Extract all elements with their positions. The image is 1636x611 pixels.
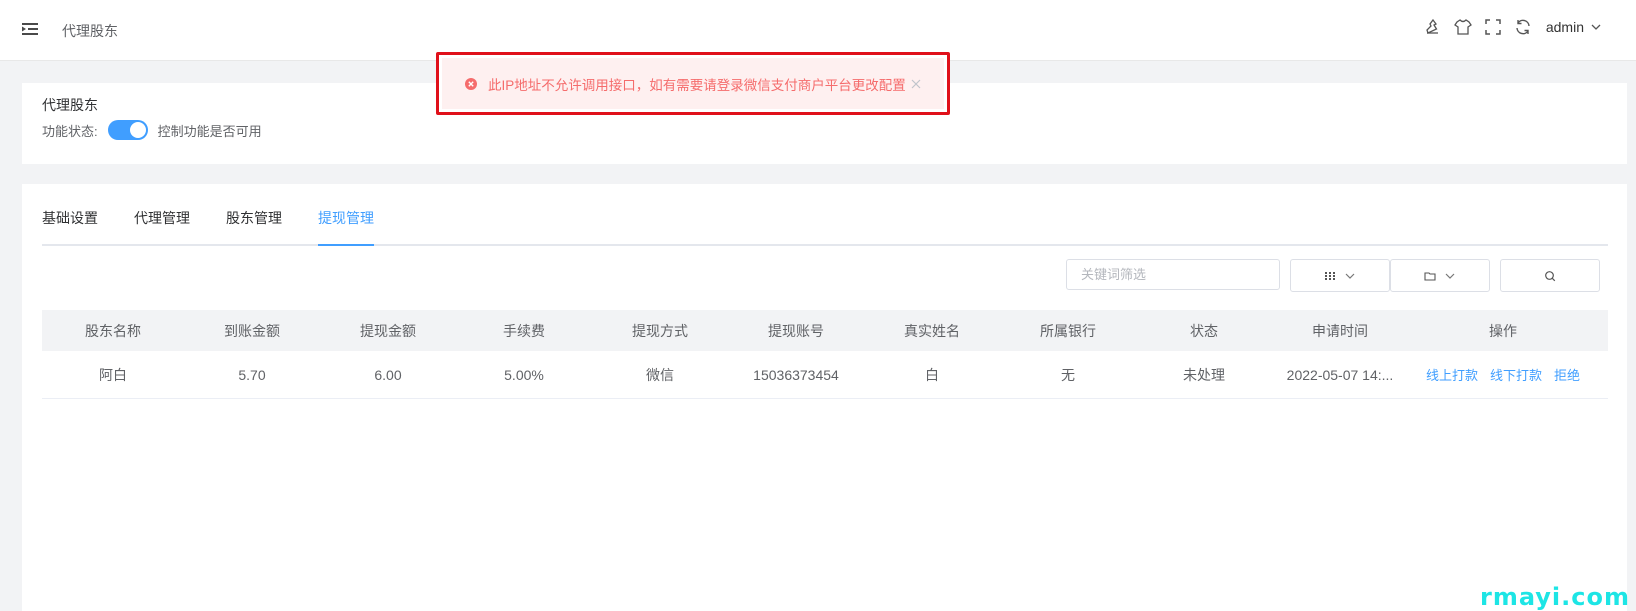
column-header: 提现账号: [768, 322, 824, 339]
clear-icon[interactable]: [1424, 18, 1442, 36]
grid-icon: [1325, 271, 1335, 280]
status-label: 功能状态:: [42, 123, 98, 139]
tab-shareholder-management[interactable]: 股东管理: [226, 204, 282, 244]
tab-bar: 基础设置 代理管理 股东管理 提现管理: [42, 204, 1608, 246]
username: admin: [1545, 19, 1584, 35]
table-row: 阿白 5.70 6.00 5.00% 微信 15036373454 白 无 未处…: [42, 351, 1608, 399]
cell-status: 未处理: [1183, 366, 1225, 383]
user-menu[interactable]: admin: [1546, 19, 1602, 35]
column-header: 真实姓名: [904, 322, 960, 339]
fullscreen-icon[interactable]: [1484, 18, 1502, 36]
breadcrumb: 代理股东: [62, 23, 118, 39]
column-header: 操作: [1489, 322, 1517, 339]
refresh-icon[interactable]: [1514, 18, 1532, 36]
column-header: 状态: [1190, 322, 1218, 339]
status-hint: 控制功能是否可用: [157, 123, 262, 139]
online-pay-link[interactable]: 线上打款: [1426, 365, 1478, 384]
error-message-toast: 此IP地址不允许调用接口，如有需要请登录微信支付商户平台更改配置: [436, 52, 950, 115]
status-toggle[interactable]: [107, 120, 148, 140]
tab-withdrawal-management[interactable]: 提现管理: [318, 204, 374, 244]
cell-bank: 无: [1061, 366, 1075, 383]
chevron-down-icon: [1591, 24, 1601, 30]
table-header: 股东名称 到账金额 提现金额 手续费 提现方式 提现账号 真实姓名 所属银行 状…: [42, 310, 1608, 351]
cell-real-name: 白: [925, 366, 939, 383]
cell-method: 微信: [646, 366, 674, 383]
folder-select[interactable]: [1390, 259, 1490, 292]
reject-link[interactable]: 拒绝: [1554, 365, 1580, 384]
toast-message: 此IP地址不允许调用接口，如有需要请登录微信支付商户平台更改配置: [488, 77, 906, 93]
cell-account: 15036373454: [753, 366, 839, 383]
offline-pay-link[interactable]: 线下打款: [1490, 365, 1542, 384]
error-circle-icon: [465, 77, 477, 90]
column-header: 股东名称: [85, 322, 141, 339]
cell-time: 2022-05-07 14:...: [1286, 366, 1394, 383]
skin-icon[interactable]: [1453, 18, 1472, 36]
column-header: 申请时间: [1312, 322, 1368, 339]
menu-fold-icon[interactable]: [22, 22, 40, 38]
close-icon[interactable]: [910, 78, 922, 90]
header-toolbar: admin: [1424, 18, 1602, 36]
withdrawal-table: 股东名称 到账金额 提现金额 手续费 提现方式 提现账号 真实姓名 所属银行 状…: [42, 310, 1608, 399]
column-header: 所属银行: [1040, 322, 1096, 339]
status-row: 功能状态: 控制功能是否可用: [42, 120, 262, 140]
chevron-down-icon: [1345, 273, 1355, 279]
active-tab-indicator: [318, 244, 374, 246]
search-button[interactable]: [1500, 259, 1600, 292]
toast-body: 此IP地址不允许调用接口，如有需要请登录微信支付商户平台更改配置: [442, 58, 944, 109]
view-grid-select[interactable]: [1290, 259, 1390, 292]
tab-agent-management[interactable]: 代理管理: [134, 204, 190, 244]
column-header: 到账金额: [224, 322, 280, 339]
cell-amount: 6.00: [374, 366, 402, 383]
panel-title: 代理股东: [42, 97, 98, 113]
column-header: 手续费: [503, 322, 545, 339]
keyword-filter-input[interactable]: [1066, 259, 1280, 290]
tab-basic-settings[interactable]: 基础设置: [42, 204, 98, 244]
cell-name: 阿白: [99, 366, 127, 383]
cell-fee: 5.00%: [504, 366, 544, 383]
watermark: rmayi.com: [1479, 583, 1630, 611]
search-icon: [1545, 270, 1556, 281]
cell-received: 5.70: [238, 366, 266, 383]
content-panel: 基础设置 代理管理 股东管理 提现管理 股东名称 到账金额 提现金额 手续费 提…: [22, 184, 1627, 611]
cell-actions: 线上打款 线下打款 拒绝: [1408, 365, 1598, 384]
folder-icon: [1424, 271, 1436, 281]
chevron-down-icon: [1445, 273, 1455, 279]
column-header: 提现金额: [360, 322, 416, 339]
column-header: 提现方式: [632, 322, 688, 339]
